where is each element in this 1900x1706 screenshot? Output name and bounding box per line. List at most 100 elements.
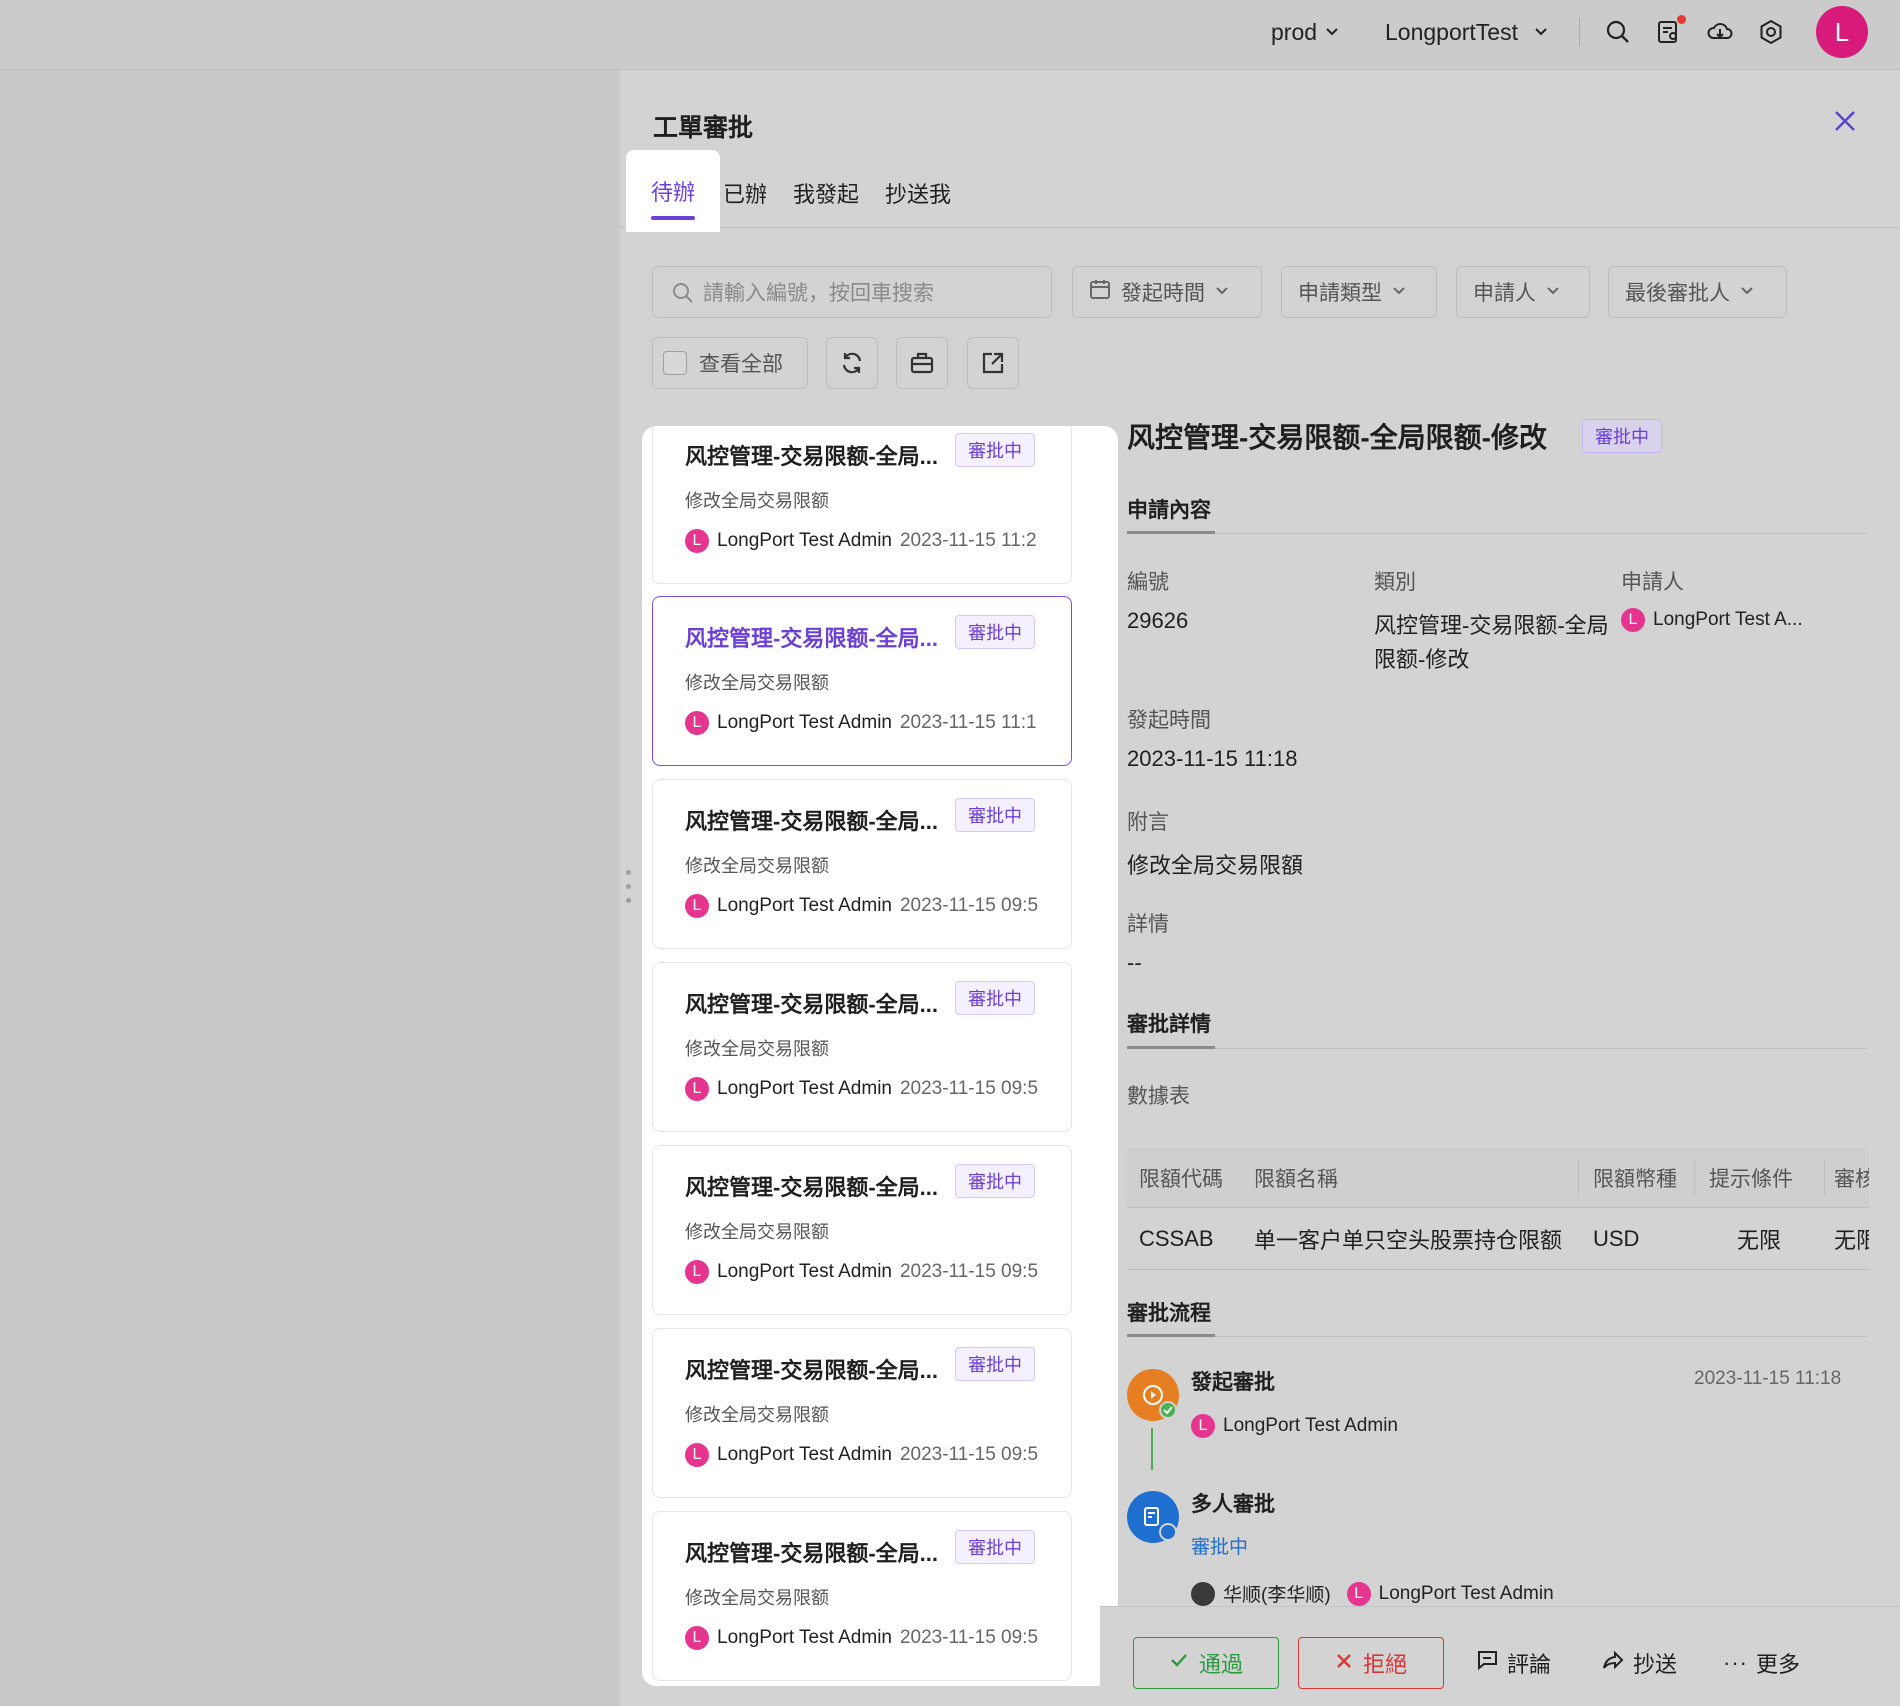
refresh-icon: [842, 352, 862, 374]
search-input[interactable]: 請輸入編號，按回車搜索: [652, 266, 1052, 318]
detail-title: 风控管理-交易限额-全局限额-修改: [1127, 422, 1547, 453]
ticket-card[interactable]: 风控管理-交易限额-全局... 審批中 修改全局交易限额 L LongPort …: [652, 779, 1072, 949]
ticket-card-selected[interactable]: 风控管理-交易限额-全局... 審批中 修改全局交易限额 L LongPort …: [652, 596, 1072, 766]
calendar-icon: [1089, 278, 1111, 306]
table-header: 限額代碼 限額名稱 限額幣種 提示條件 審核: [1127, 1148, 1869, 1208]
tab-done[interactable]: 已辦: [723, 158, 767, 228]
ticket-card[interactable]: 风控管理-交易限额-全局... 審批中 修改全局交易限额 L LongPort …: [652, 962, 1072, 1132]
cc-button[interactable]: 抄送: [1601, 1637, 1677, 1689]
refresh-button[interactable]: [826, 337, 878, 389]
chevron-down-icon: [1740, 280, 1754, 304]
search-placeholder: 請輸入編號，按回車搜索: [703, 282, 934, 305]
comment-button[interactable]: 評論: [1475, 1637, 1551, 1689]
card-subtitle: 修改全局交易限额: [685, 673, 829, 693]
avatar: L: [685, 894, 709, 918]
flow-node-title: 多人審批: [1191, 1493, 1275, 1516]
card-title: 风控管理-交易限额-全局...: [685, 1358, 938, 1383]
flow-node-title: 發起審批: [1191, 1371, 1275, 1394]
divider: [1127, 1048, 1867, 1049]
export-icon: [982, 352, 1004, 374]
column-header: 提示條件: [1709, 1167, 1793, 1191]
flow-node-user: L LongPort Test Admin: [1191, 1414, 1398, 1438]
export-button[interactable]: [967, 337, 1019, 389]
search-icon[interactable]: [1604, 18, 1632, 46]
comment-icon: [1475, 1648, 1499, 1678]
chevron-down-icon: [1215, 280, 1229, 304]
chevron-down-icon: [1325, 25, 1339, 39]
field-label: 附言: [1127, 811, 1169, 834]
flow-node-users: 华顺(李华顺) L LongPort Test Admin: [1191, 1580, 1554, 1607]
resize-handle[interactable]: [626, 870, 632, 912]
field-value: 2023-11-15 11:18: [1127, 746, 1298, 771]
view-all-checkbox[interactable]: 查看全部: [652, 337, 808, 389]
column-header: 限額代碼: [1139, 1167, 1223, 1191]
card-user: L LongPort Test Admin 2023-11-15 11:2: [685, 529, 1073, 553]
card-title: 风控管理-交易限额-全局...: [685, 809, 938, 834]
field-value: 29626: [1127, 608, 1189, 633]
status-badge: 審批中: [955, 1530, 1035, 1564]
approval-doc-icon[interactable]: [1655, 15, 1686, 46]
table-cell: USD: [1593, 1225, 1640, 1251]
close-icon: [1335, 1650, 1353, 1676]
card-user: L LongPort Test Admin 2023-11-15 11:1: [685, 711, 1073, 735]
close-icon[interactable]: [1830, 106, 1860, 136]
tab-todo[interactable]: 待辦: [626, 150, 721, 232]
pending-icon: [1159, 1523, 1177, 1541]
reject-button[interactable]: 拒絕: [1298, 1637, 1444, 1689]
user-avatar[interactable]: L: [1816, 6, 1868, 58]
ticket-card[interactable]: 风控管理-交易限额-全局... 審批中 修改全局交易限额 L LongPort …: [652, 1511, 1072, 1681]
applicant-value: L LongPort Test A...: [1621, 608, 1803, 632]
table-cell: 无限: [1834, 1227, 1869, 1253]
org-selector[interactable]: LongportTest: [1385, 0, 1548, 64]
status-badge: 審批中: [955, 1347, 1035, 1381]
card-title: 风控管理-交易限额-全局...: [685, 1541, 938, 1566]
card-subtitle: 修改全局交易限额: [685, 1405, 829, 1425]
check-icon: [1169, 1650, 1189, 1676]
ticket-card[interactable]: 风控管理-交易限额-全局... 審批中 修改全局交易限额 L LongPort …: [652, 1328, 1072, 1498]
card-title: 风控管理-交易限额-全局...: [685, 992, 938, 1017]
section-heading: 審批流程: [1127, 1302, 1211, 1325]
avatar: L: [685, 1077, 709, 1101]
env-selector[interactable]: prod: [1271, 0, 1339, 64]
avatar: L: [685, 1443, 709, 1467]
table-row: CSSAB 单一客户单只空头股票持仓限额 USD 无限 无限: [1127, 1208, 1869, 1270]
table-cell: CSSAB: [1139, 1225, 1214, 1251]
ticket-list: 风控管理-交易限额-全局... 審批中 修改全局交易限额 L LongPort …: [642, 426, 1118, 1686]
section-heading: 申請內容: [1127, 499, 1211, 522]
batch-button[interactable]: [896, 337, 948, 389]
more-button[interactable]: ··· 更多: [1723, 1637, 1800, 1689]
divider: [1579, 18, 1580, 46]
divider: [1127, 533, 1867, 534]
avatar: [1191, 1581, 1215, 1606]
ticket-card[interactable]: 风控管理-交易限额-全局... 審批中 修改全局交易限额 L LongPort …: [652, 1145, 1072, 1315]
field-label: 類別: [1374, 571, 1416, 594]
approve-button[interactable]: 通過: [1133, 1637, 1279, 1689]
top-bar: prod LongportTest L: [0, 0, 1900, 70]
avatar: L: [685, 529, 709, 553]
card-title: 风控管理-交易限额-全局...: [685, 626, 938, 651]
card-user: L LongPort Test Admin 2023-11-15 09:5: [685, 1077, 1073, 1101]
share-icon: [1601, 1648, 1625, 1678]
field-value: --: [1127, 950, 1142, 975]
card-subtitle: 修改全局交易限额: [685, 491, 829, 511]
table-cell: 无限: [1736, 1227, 1781, 1253]
card-title: 风控管理-交易限额-全局...: [685, 1175, 938, 1200]
tab-initiated[interactable]: 我發起: [793, 158, 859, 228]
start-time-filter[interactable]: 發起時間: [1072, 266, 1262, 318]
download-icon[interactable]: [1706, 18, 1734, 46]
status-badge: 審批中: [955, 615, 1035, 649]
field-label: 發起時間: [1127, 709, 1211, 732]
checkbox-box: [663, 351, 687, 375]
type-filter[interactable]: 申請類型: [1281, 266, 1437, 318]
column-header: 審核: [1834, 1167, 1869, 1191]
flow-node-time: 2023-11-15 11:18: [1694, 1368, 1842, 1389]
settings-icon[interactable]: [1757, 18, 1785, 46]
divider: [1127, 1336, 1867, 1337]
last-approver-filter[interactable]: 最後審批人: [1608, 266, 1787, 318]
ticket-card[interactable]: 风控管理-交易限额-全局... 審批中 修改全局交易限额 L LongPort …: [652, 426, 1072, 584]
card-subtitle: 修改全局交易限额: [685, 1039, 829, 1059]
chevron-down-icon: [1534, 25, 1548, 39]
applicant-filter[interactable]: 申請人: [1456, 266, 1590, 318]
tab-cc-me[interactable]: 抄送我: [885, 158, 951, 228]
card-user: L LongPort Test Admin 2023-11-15 09:5: [685, 1626, 1073, 1650]
